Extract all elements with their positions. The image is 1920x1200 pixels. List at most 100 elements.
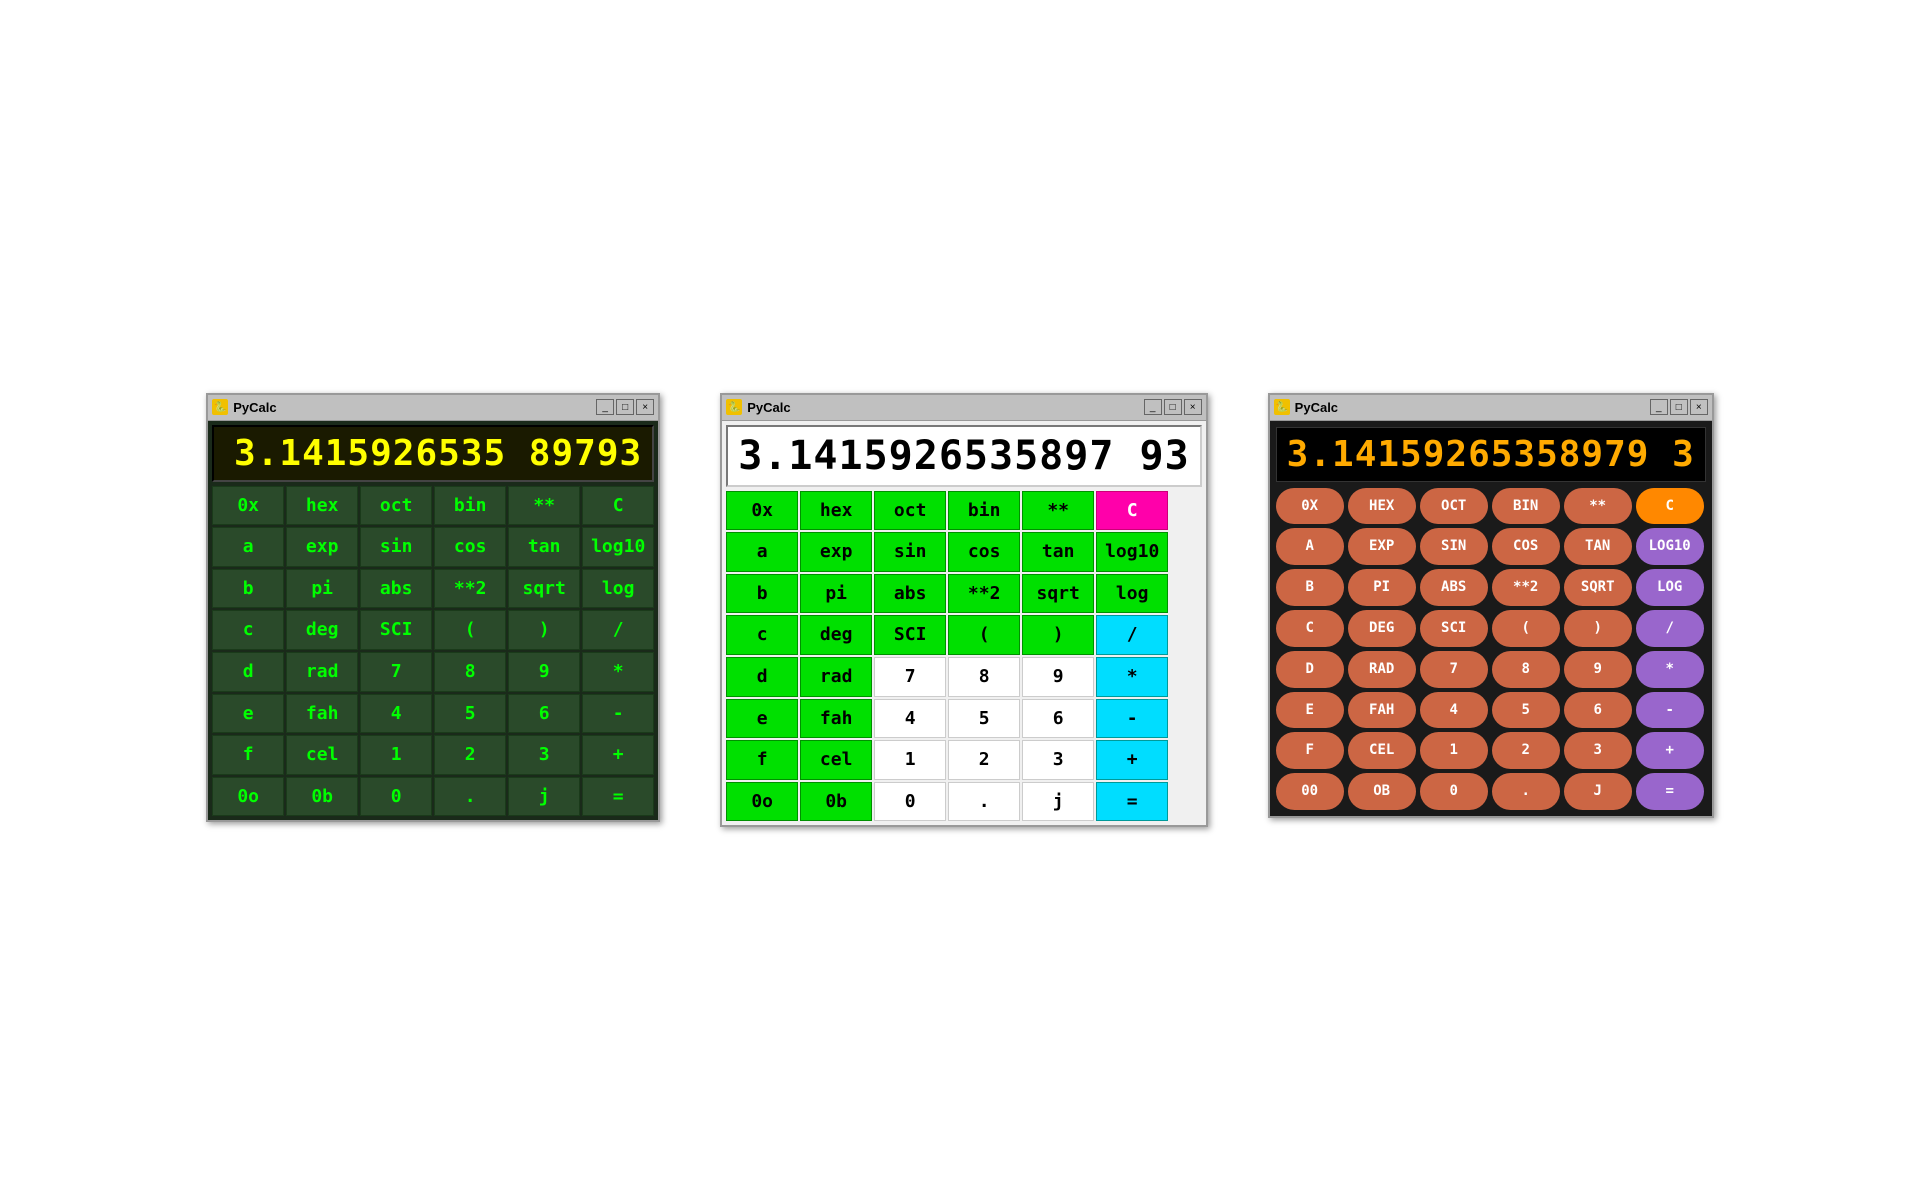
calc1-btn-a[interactable]: a bbox=[212, 527, 284, 567]
calc2-btn-lparen[interactable]: ( bbox=[948, 615, 1020, 655]
calc3-btn-9[interactable]: 9 bbox=[1564, 651, 1632, 688]
calc2-btn-j[interactable]: j bbox=[1022, 782, 1094, 822]
calc2-btn-0b[interactable]: 0b bbox=[800, 782, 872, 822]
calc3-btn-eq[interactable]: = bbox=[1636, 773, 1704, 810]
calc2-btn-d[interactable]: d bbox=[726, 657, 798, 697]
maximize-btn-2[interactable]: □ bbox=[1164, 399, 1182, 415]
calc1-btn-oct[interactable]: oct bbox=[360, 486, 432, 526]
calc3-btn-1[interactable]: 1 bbox=[1420, 732, 1488, 769]
calc2-btn-cel[interactable]: cel bbox=[800, 740, 872, 780]
calc1-btn-mul[interactable]: * bbox=[582, 652, 654, 692]
calc2-btn-7[interactable]: 7 bbox=[874, 657, 946, 697]
calc2-btn-oct[interactable]: oct bbox=[874, 491, 946, 531]
calc2-btn-exp[interactable]: exp bbox=[800, 532, 872, 572]
calc3-btn-log10[interactable]: LOG10 bbox=[1636, 528, 1704, 565]
calc3-btn-4[interactable]: 4 bbox=[1420, 692, 1488, 729]
calc1-btn-lparen[interactable]: ( bbox=[434, 610, 506, 650]
calc3-btn-sqrt[interactable]: SQRT bbox=[1564, 569, 1632, 606]
calc1-btn-plus[interactable]: + bbox=[582, 735, 654, 775]
calc3-btn-00[interactable]: 00 bbox=[1276, 773, 1344, 810]
calc3-btn-pow[interactable]: ** bbox=[1564, 488, 1632, 525]
calc1-btn-log10[interactable]: log10 bbox=[582, 527, 654, 567]
calc2-btn-hex[interactable]: hex bbox=[800, 491, 872, 531]
calc2-btn-sq2[interactable]: **2 bbox=[948, 574, 1020, 614]
close-btn-1[interactable]: × bbox=[636, 399, 654, 415]
calc1-btn-fah[interactable]: fah bbox=[286, 694, 358, 734]
minimize-btn-2[interactable]: _ bbox=[1144, 399, 1162, 415]
calc1-btn-7[interactable]: 7 bbox=[360, 652, 432, 692]
calc1-btn-log[interactable]: log bbox=[582, 569, 654, 609]
calc2-btn-log[interactable]: log bbox=[1096, 574, 1168, 614]
calc2-btn-0o[interactable]: 0o bbox=[726, 782, 798, 822]
minimize-btn-1[interactable]: _ bbox=[596, 399, 614, 415]
calc1-btn-9[interactable]: 9 bbox=[508, 652, 580, 692]
calc2-btn-sci[interactable]: SCI bbox=[874, 615, 946, 655]
calc3-btn-log[interactable]: LOG bbox=[1636, 569, 1704, 606]
calc2-btn-c[interactable]: C bbox=[1096, 491, 1168, 531]
calc3-btn-a[interactable]: A bbox=[1276, 528, 1344, 565]
calc1-btn-f[interactable]: f bbox=[212, 735, 284, 775]
calc3-btn-cel[interactable]: CEL bbox=[1348, 732, 1416, 769]
calc3-btn-7[interactable]: 7 bbox=[1420, 651, 1488, 688]
calc2-btn-sqrt[interactable]: sqrt bbox=[1022, 574, 1094, 614]
calc3-btn-5[interactable]: 5 bbox=[1492, 692, 1560, 729]
calc3-btn-e[interactable]: E bbox=[1276, 692, 1344, 729]
calc1-btn-0x[interactable]: 0x bbox=[212, 486, 284, 526]
calc3-btn-0x[interactable]: 0X bbox=[1276, 488, 1344, 525]
calc3-btn-mul[interactable]: * bbox=[1636, 651, 1704, 688]
calc1-btn-c-hex[interactable]: c bbox=[212, 610, 284, 650]
calc1-btn-eq[interactable]: = bbox=[582, 777, 654, 817]
calc2-btn-deg[interactable]: deg bbox=[800, 615, 872, 655]
calc3-btn-sin[interactable]: SIN bbox=[1420, 528, 1488, 565]
calc1-btn-cos[interactable]: cos bbox=[434, 527, 506, 567]
calc1-btn-0[interactable]: 0 bbox=[360, 777, 432, 817]
calc2-btn-rparen[interactable]: ) bbox=[1022, 615, 1094, 655]
calc1-btn-b[interactable]: b bbox=[212, 569, 284, 609]
calc2-btn-1[interactable]: 1 bbox=[874, 740, 946, 780]
calc2-btn-eq[interactable]: = bbox=[1096, 782, 1168, 822]
calc1-btn-d[interactable]: d bbox=[212, 652, 284, 692]
calc3-btn-3[interactable]: 3 bbox=[1564, 732, 1632, 769]
calc1-btn-j[interactable]: j bbox=[508, 777, 580, 817]
calc1-btn-sci[interactable]: SCI bbox=[360, 610, 432, 650]
calc2-btn-plus[interactable]: + bbox=[1096, 740, 1168, 780]
calc1-btn-sqrt[interactable]: sqrt bbox=[508, 569, 580, 609]
calc1-btn-dot[interactable]: . bbox=[434, 777, 506, 817]
calc1-btn-5[interactable]: 5 bbox=[434, 694, 506, 734]
calc3-btn-8[interactable]: 8 bbox=[1492, 651, 1560, 688]
calc1-btn-pi[interactable]: pi bbox=[286, 569, 358, 609]
calc2-btn-a[interactable]: a bbox=[726, 532, 798, 572]
calc3-btn-rad[interactable]: RAD bbox=[1348, 651, 1416, 688]
calc2-btn-tan[interactable]: tan bbox=[1022, 532, 1094, 572]
calc2-btn-b[interactable]: b bbox=[726, 574, 798, 614]
calc1-btn-6[interactable]: 6 bbox=[508, 694, 580, 734]
calc1-btn-bin[interactable]: bin bbox=[434, 486, 506, 526]
calc1-btn-div[interactable]: / bbox=[582, 610, 654, 650]
calc3-btn-c[interactable]: C bbox=[1636, 488, 1704, 525]
calc3-btn-0[interactable]: 0 bbox=[1420, 773, 1488, 810]
maximize-btn-3[interactable]: □ bbox=[1670, 399, 1688, 415]
calc3-btn-deg[interactable]: DEG bbox=[1348, 610, 1416, 647]
calc3-btn-j[interactable]: J bbox=[1564, 773, 1632, 810]
calc2-btn-div[interactable]: / bbox=[1096, 615, 1168, 655]
calc1-btn-2[interactable]: 2 bbox=[434, 735, 506, 775]
calc2-btn-log10[interactable]: log10 bbox=[1096, 532, 1168, 572]
calc3-btn-cos[interactable]: COS bbox=[1492, 528, 1560, 565]
maximize-btn-1[interactable]: □ bbox=[616, 399, 634, 415]
calc3-btn-pi[interactable]: PI bbox=[1348, 569, 1416, 606]
calc2-btn-6[interactable]: 6 bbox=[1022, 699, 1094, 739]
calc1-btn-rad[interactable]: rad bbox=[286, 652, 358, 692]
calc3-btn-abs[interactable]: ABS bbox=[1420, 569, 1488, 606]
calc2-btn-f[interactable]: f bbox=[726, 740, 798, 780]
calc2-btn-8[interactable]: 8 bbox=[948, 657, 1020, 697]
calc1-btn-0o[interactable]: 0o bbox=[212, 777, 284, 817]
calc3-btn-sci[interactable]: SCI bbox=[1420, 610, 1488, 647]
calc1-btn-sin[interactable]: sin bbox=[360, 527, 432, 567]
calc2-btn-3[interactable]: 3 bbox=[1022, 740, 1094, 780]
calc3-btn-c-hex[interactable]: C bbox=[1276, 610, 1344, 647]
calc1-btn-3[interactable]: 3 bbox=[508, 735, 580, 775]
calc1-btn-0b[interactable]: 0b bbox=[286, 777, 358, 817]
calc2-btn-abs[interactable]: abs bbox=[874, 574, 946, 614]
close-btn-2[interactable]: × bbox=[1184, 399, 1202, 415]
calc3-btn-ob[interactable]: OB bbox=[1348, 773, 1416, 810]
